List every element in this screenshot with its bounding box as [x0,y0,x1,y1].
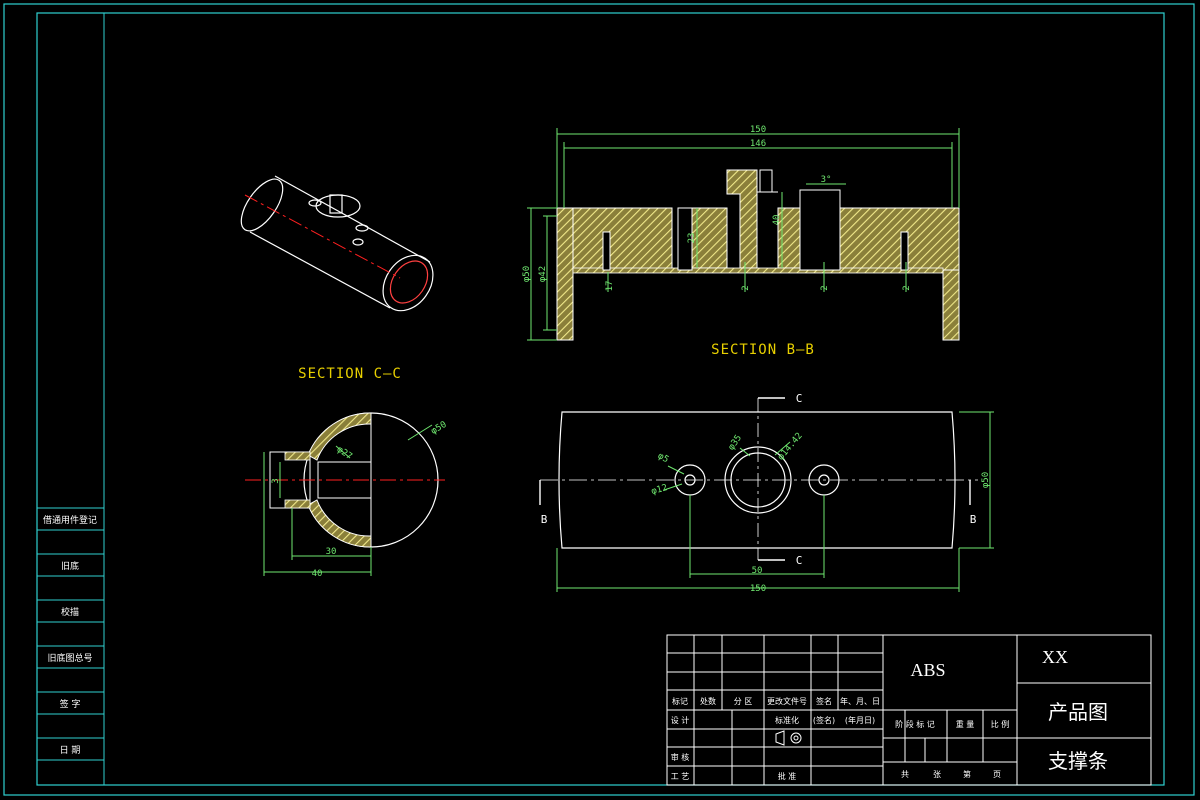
tb-header-sign: 签名 [816,696,832,706]
section-bb-label: SECTION B—B [711,342,815,358]
tb-process: 工 艺 [671,772,690,781]
dim-40: 40 [772,215,782,226]
dim-146-top: 146 [750,139,766,149]
tb-drawing-type: 产品图 [1048,700,1108,724]
plan-dim-phi12: φ12 [650,483,668,497]
left-table-cell-2: 旧底 [61,560,79,572]
tb-sheet-no: 第 [963,769,971,779]
tb-sheet-page: 页 [993,770,1001,779]
left-table-cell-6: 日 期 [60,745,81,756]
tb-header-mark: 标记 [672,696,688,706]
cc-dim-phi50: φ50 [429,420,448,437]
tb-part-name: 支撑条 [1048,749,1108,773]
left-table-cell-1: 借通用件登记 [43,514,97,526]
isometric-centerline [244,194,401,279]
cutting-plane-markers [539,397,971,561]
left-table-cell-3: 校描 [61,606,79,618]
left-table-cell-5: 签 字 [60,698,81,710]
dim-150-top: 150 [750,125,766,135]
tb-sign-paren: (签名) [813,715,835,725]
cut-label-b-left: B [541,513,548,526]
tb-design: 设 计 [671,715,690,725]
cut-label-c-bottom: C [796,554,803,567]
left-side-table [37,507,104,761]
dim-2-a: 2 [741,285,751,290]
section-cc-label: SECTION C—C [298,366,402,382]
plan-dim-150: 150 [750,584,766,594]
tb-review: 审 核 [671,752,690,762]
outer-frame [3,3,1195,796]
tb-header-date: 年、月、日 [840,696,880,706]
tb-scale: 比 例 [991,719,1010,729]
cc-dim-30: 30 [326,547,337,557]
cc-dim-40: 40 [312,569,323,579]
dim-phi42-left: φ42 [538,266,548,282]
plan-dim-phi50-right: φ50 [981,472,991,488]
inner-frame [36,12,1165,786]
tb-header-doc-no: 更改文件号 [767,696,807,706]
tb-weight: 重 量 [956,719,975,729]
tb-standardize: 标准化 [775,715,799,725]
section-bb-view [556,169,960,341]
tb-sheet-total: 共 [901,770,909,779]
tb-material: ABS [910,660,945,680]
dim-23: 23 [687,233,697,244]
cc-dim-3: 3 [271,478,281,483]
dim-2-b: 2 [820,285,830,290]
cut-label-c-top: C [796,392,803,405]
dim-phi50-left: φ50 [522,266,532,282]
cut-label-b-right: B [970,513,977,526]
plan-dim-phi14: φ14.42 [776,431,805,462]
tb-company: XX [1042,647,1068,667]
dim-2-c: 2 [902,285,912,290]
tb-sheet-zhang1: 张 [933,770,941,779]
tb-approve: 批 准 [778,771,797,781]
cad-drawing-sheet: 借通用件登记 旧底 校描 旧底图总号 签 字 日 期 150 146 3° φ5… [3,3,1195,796]
tb-header-count: 处数 [700,696,716,706]
projection-symbol [775,730,802,746]
plan-view-dimensions [556,411,994,592]
plan-dim-phi5: φ5 [656,451,670,465]
tb-header-zone: 分 区 [734,697,753,706]
tb-stage-mark: 阶 段 标 记 [895,719,935,729]
left-table-cell-4: 旧底图总号 [47,652,92,664]
cc-dim-phi27: φ27 [335,445,354,463]
dim-3-angle: 3° [821,175,832,185]
tb-date-paren: (年月日) [845,715,875,725]
dim-17: 17 [605,281,615,292]
isometric-tube-view [240,175,434,312]
plan-dim-50: 50 [752,566,763,576]
